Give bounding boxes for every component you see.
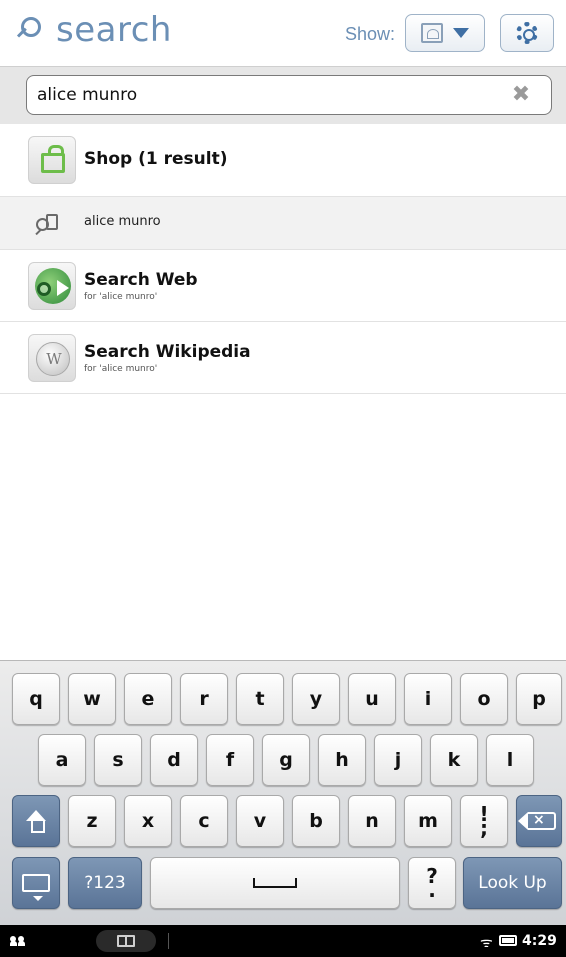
on-screen-keyboard: q w e r t y u i o p a s d f g h j k l z … — [0, 660, 566, 925]
result-web-title: Search Web — [84, 270, 198, 290]
wikipedia-globe-icon: W — [28, 334, 76, 382]
status-bar: ᯤ 4:29 — [0, 925, 566, 957]
app-header: search Show: — [0, 0, 566, 66]
key-v[interactable]: v — [236, 795, 284, 847]
keyboard-hide-icon — [22, 874, 50, 901]
key-h[interactable]: h — [318, 734, 366, 786]
key-g[interactable]: g — [262, 734, 310, 786]
app-title: search — [16, 10, 172, 50]
backspace-icon: × — [518, 812, 556, 830]
key-x[interactable]: x — [124, 795, 172, 847]
search-icon — [16, 13, 46, 47]
key-d[interactable]: d — [150, 734, 198, 786]
key-k[interactable]: k — [430, 734, 478, 786]
app-title-text: search — [56, 10, 172, 50]
result-search-web[interactable]: Search Web for 'alice munro' — [0, 250, 566, 322]
status-divider — [168, 933, 169, 949]
key-a[interactable]: a — [38, 734, 86, 786]
key-o[interactable]: o — [460, 673, 508, 725]
key-n[interactable]: n — [348, 795, 396, 847]
triangle-down-icon — [453, 28, 469, 38]
clock: 4:29 — [522, 933, 557, 949]
key-y[interactable]: y — [292, 673, 340, 725]
key-t[interactable]: t — [236, 673, 284, 725]
shift-arrow-icon — [25, 810, 47, 833]
search-input[interactable] — [26, 75, 552, 115]
key-c[interactable]: c — [180, 795, 228, 847]
library-book-icon — [421, 23, 443, 43]
open-book-icon — [117, 935, 135, 947]
key-m[interactable]: m — [404, 795, 452, 847]
library-search-icon — [34, 210, 60, 236]
key-i[interactable]: i — [404, 673, 452, 725]
backspace-key[interactable]: × — [516, 795, 562, 847]
result-library-query[interactable]: alice munro — [0, 197, 566, 250]
web-search-icon — [28, 262, 76, 310]
symbols-key[interactable]: ?123 — [68, 857, 142, 909]
result-web-subtitle: for 'alice munro' — [84, 292, 158, 302]
result-search-wikipedia[interactable]: W Search Wikipedia for 'alice munro' — [0, 322, 566, 394]
key-r[interactable]: r — [180, 673, 228, 725]
settings-button[interactable] — [500, 14, 554, 52]
library-button[interactable] — [96, 930, 156, 952]
battery-icon — [499, 935, 517, 946]
show-filter-dropdown[interactable] — [405, 14, 485, 52]
hide-keyboard-key[interactable] — [12, 857, 60, 909]
key-q[interactable]: q — [12, 673, 60, 725]
wifi-icon: ᯤ — [480, 935, 493, 951]
key-j[interactable]: j — [374, 734, 422, 786]
key-w[interactable]: w — [68, 673, 116, 725]
key-question-period[interactable]: ? . — [408, 857, 456, 909]
key-e[interactable]: e — [124, 673, 172, 725]
result-query-text: alice munro — [84, 214, 161, 229]
clear-icon[interactable]: ✖ — [510, 84, 532, 106]
key-exclaim-semicolon[interactable]: ! ; — [460, 795, 508, 847]
key-s[interactable]: s — [94, 734, 142, 786]
shift-key[interactable] — [12, 795, 60, 847]
gear-icon — [516, 22, 538, 44]
key-f[interactable]: f — [206, 734, 254, 786]
look-up-key[interactable]: Look Up — [463, 857, 562, 909]
result-wiki-title: Search Wikipedia — [84, 342, 251, 362]
search-bar: ✖ — [0, 66, 566, 124]
space-icon — [253, 878, 297, 888]
key-u[interactable]: u — [348, 673, 396, 725]
result-shop-title: Shop (1 result) — [84, 149, 228, 169]
key-z[interactable]: z — [68, 795, 116, 847]
key-l[interactable]: l — [486, 734, 534, 786]
people-icon — [10, 936, 26, 946]
key-b[interactable]: b — [292, 795, 340, 847]
space-key[interactable] — [150, 857, 400, 909]
show-label: Show: — [345, 24, 396, 44]
result-shop[interactable]: Shop (1 result) — [0, 124, 566, 197]
result-wiki-subtitle: for 'alice munro' — [84, 364, 158, 374]
shopping-bag-icon — [28, 136, 76, 184]
key-p[interactable]: p — [516, 673, 562, 725]
